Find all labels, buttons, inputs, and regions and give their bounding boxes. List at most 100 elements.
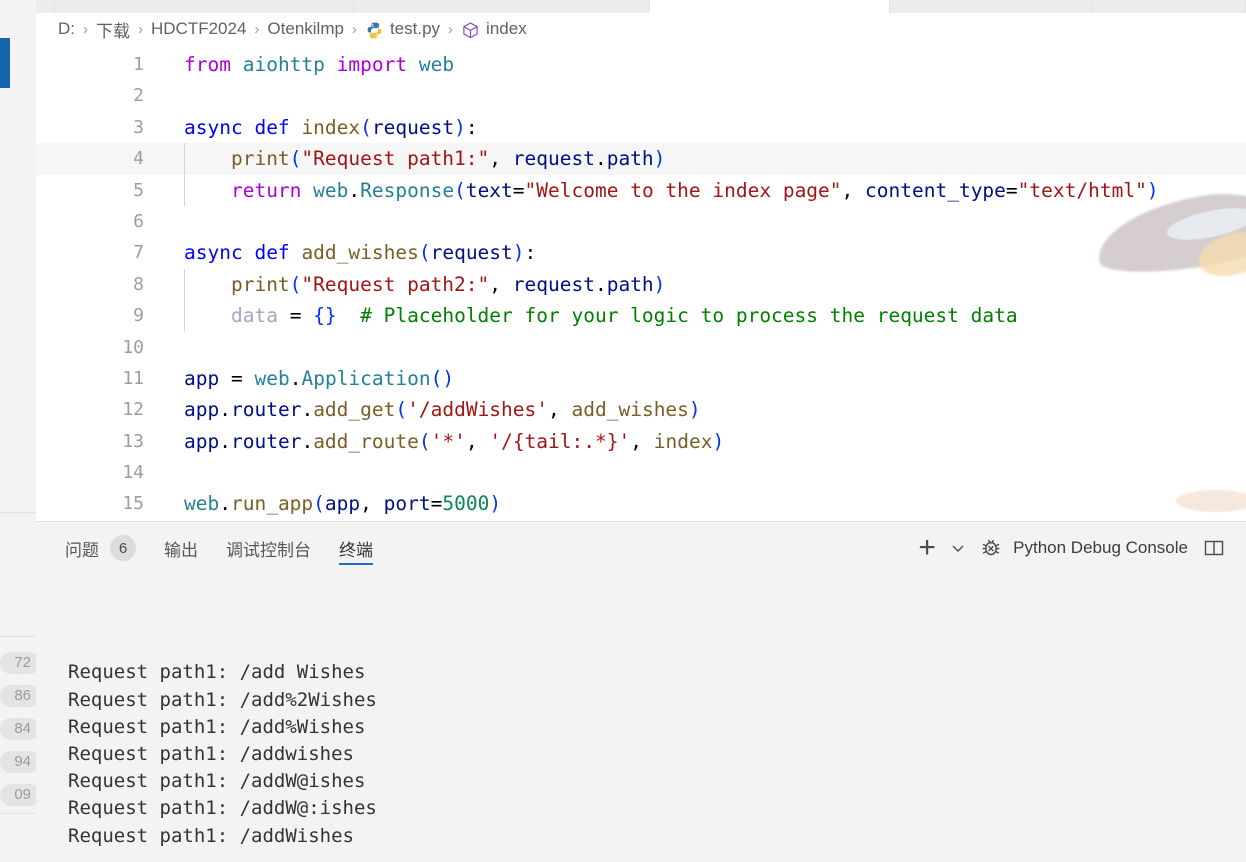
panel-tab-label: 调试控制台	[226, 540, 311, 560]
code-content[interactable]: 1 from aiohttp import web 2 3 async def inde…	[36, 49, 1246, 520]
editor-tab-2[interactable]	[54, 0, 355, 13]
code-token: app	[184, 366, 220, 390]
code-token: .	[219, 429, 231, 453]
code-line[interactable]: 8 print("Request path2:", request.path)	[36, 268, 1246, 301]
code-token: def	[254, 115, 290, 139]
panel-tab-3[interactable]: 调试控制台	[212, 522, 325, 574]
code-line[interactable]: 1 from aiohttp import web	[36, 49, 1246, 80]
panel-actions: + Python Debug Console	[909, 522, 1236, 574]
code-token: return	[230, 178, 302, 202]
code-line[interactable]: 4 print("Request path1:", request.path)	[36, 143, 1246, 175]
code-token: (	[360, 115, 372, 139]
breadcrumb-item-label: test.py	[389, 19, 441, 38]
code-token: '/addWishes'	[407, 398, 549, 422]
breadcrumb-item-6[interactable]: index	[461, 19, 527, 39]
editor-tab-3[interactable]	[354, 0, 650, 13]
split-terminal-icon[interactable]	[1192, 530, 1236, 566]
code-text: app = web.Application()	[184, 363, 454, 394]
panel-header: 问题 6 输出 调试控制台 终端 + Python Debug Console	[36, 522, 1246, 574]
breadcrumb-item-3[interactable]: HDCTF2024	[151, 19, 246, 39]
breadcrumb-separator: ›	[254, 20, 260, 38]
code-text: from aiohttp import web	[184, 49, 454, 80]
activity-badge-label: 09	[0, 783, 36, 806]
panel-tab-label: 问题	[65, 540, 99, 560]
code-token: router	[230, 398, 302, 422]
breadcrumb-item-label: Otenkilmp	[267, 19, 344, 38]
activity-badge-3: 84	[0, 712, 36, 745]
editor-tab-5[interactable]	[889, 0, 1093, 13]
breadcrumb[interactable]: D: › 下载 › HDCTF2024 › Otenkilmp › test.py › inde…	[36, 13, 1246, 45]
activity-badge-label: 94	[0, 750, 36, 773]
code-token: async	[184, 241, 243, 265]
code-line[interactable]: 7 async def add_wishes(request):	[36, 237, 1246, 268]
code-token: (	[418, 429, 431, 453]
terminal-output[interactable]: Request path1: /add Wishes Request path1:…	[36, 574, 1246, 862]
panel-tab-2[interactable]: 输出	[150, 522, 212, 574]
chevron-down-icon[interactable]	[945, 530, 971, 566]
breadcrumb-item-4[interactable]: Otenkilmp	[267, 19, 344, 39]
terminal-shell-label[interactable]: Python Debug Console	[1011, 538, 1192, 558]
terminal-output-line: Request path1: /addWishes	[68, 824, 354, 847]
code-token: .	[594, 147, 607, 171]
line-number: 6	[133, 210, 144, 232]
line-number: 13	[122, 430, 144, 452]
code-token: (	[454, 178, 466, 202]
code-line[interactable]: 14	[36, 457, 1246, 488]
editor-tab-6[interactable]	[1092, 0, 1246, 13]
line-number: 10	[122, 336, 144, 358]
panel-tab-1[interactable]: 问题 6	[51, 522, 150, 574]
breadcrumb-item-1[interactable]: D:	[58, 19, 75, 39]
code-token: )	[1146, 178, 1159, 202]
code-line[interactable]: 12 app.router.add_get('/addWishes', add_w…	[36, 394, 1246, 425]
editor-tab-strip[interactable]	[36, 0, 1246, 14]
code-token: )	[653, 272, 666, 296]
panel-tab-4[interactable]: 终端	[325, 522, 387, 574]
code-line[interactable]: 5 return web.Response(text="Welcome to t…	[36, 174, 1246, 206]
code-token: "Welcome to the index page"	[524, 178, 842, 202]
panel-tab-label: 输出	[164, 540, 198, 560]
code-line[interactable]: 6	[36, 206, 1246, 237]
code-line[interactable]: 9 data = {} # Placeholder for your logic…	[36, 300, 1246, 332]
code-token: web	[418, 53, 455, 76]
panel-tab-label: 终端	[339, 540, 373, 560]
code-line[interactable]: 10	[36, 332, 1246, 363]
code-token: app	[184, 429, 220, 453]
breadcrumb-item-2[interactable]: 下载	[96, 17, 130, 42]
code-line[interactable]: 11 app = web.Application()	[36, 363, 1246, 394]
code-line[interactable]: 2	[36, 80, 1246, 111]
activity-badge-4: 94	[0, 745, 36, 778]
code-token: {}	[313, 304, 337, 328]
breadcrumb-item-5[interactable]: test.py	[365, 19, 440, 39]
code-line[interactable]: 3 async def index(request):	[36, 112, 1246, 143]
code-token: ()	[430, 366, 455, 390]
panel-tab-list[interactable]: 问题 6 输出 调试控制台 终端	[36, 522, 387, 574]
editor-tab-1[interactable]	[36, 0, 55, 13]
code-token: def	[254, 241, 290, 265]
code-token: aiohttp	[242, 53, 325, 76]
code-line[interactable]: 13 app.router.add_route('*', '/{tail:.*}'…	[36, 426, 1246, 457]
line-number: 9	[133, 305, 144, 327]
code-token: '/{tail:.*}'	[489, 429, 631, 453]
new-terminal-icon[interactable]: +	[909, 530, 945, 566]
line-number: 11	[122, 367, 144, 389]
editor-tab-4[interactable]	[649, 0, 890, 13]
code-token: =	[230, 366, 243, 390]
code-line[interactable]: 15 web.run_app(app, port=5000)	[36, 488, 1246, 519]
code-token: ,	[360, 492, 372, 516]
debug-console-icon[interactable]	[971, 530, 1011, 566]
breadcrumb-item-label: index	[486, 19, 527, 38]
code-text: async def add_wishes(request):	[184, 237, 536, 268]
activity-badge-label: 72	[0, 651, 36, 674]
code-token: web	[184, 492, 220, 516]
code-editor[interactable]: D: › 下载 › HDCTF2024 › Otenkilmp › test.py › inde…	[36, 13, 1246, 521]
code-token: path	[606, 272, 654, 296]
